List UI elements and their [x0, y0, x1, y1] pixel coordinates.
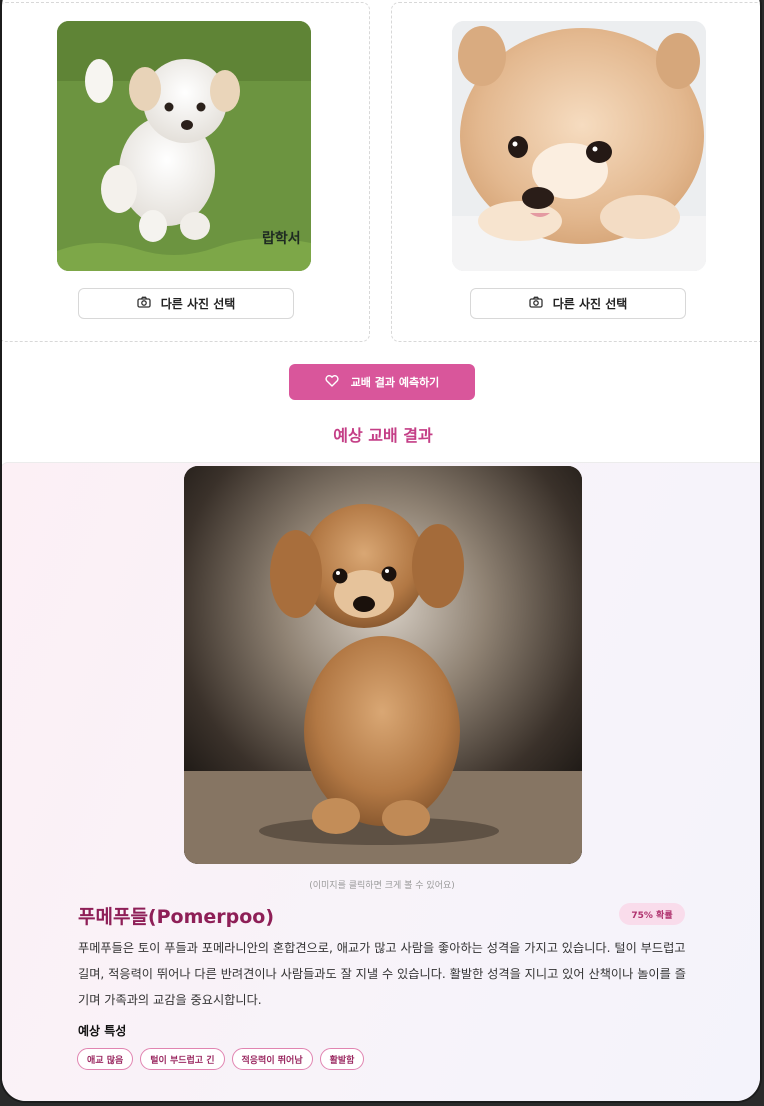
- app-window: 랍학서 다른 사진 선택 다른 사진 선택 교배 결과 예측하기 예상 교배 결…: [0, 0, 762, 1103]
- parent-photo-right[interactable]: [452, 21, 706, 271]
- traits-list: 애교 많음 털이 부드럽고 긴 적응력이 뛰어남 활발함: [77, 1048, 365, 1070]
- choose-other-photo-button-left[interactable]: 다른 사진 선택: [78, 288, 294, 319]
- breed-name: 푸메푸들(Pomerpoo): [78, 906, 275, 928]
- choose-other-photo-label: 다른 사진 선택: [552, 297, 628, 311]
- parent-card-left: 랍학서 다른 사진 선택: [2, 2, 370, 342]
- heart-icon: [325, 374, 339, 390]
- trait-tag: 털이 부드럽고 긴: [140, 1048, 225, 1070]
- trait-tag: 활발함: [319, 1048, 365, 1070]
- photo-watermark: 랍학서: [262, 231, 301, 247]
- probability-badge: 75% 확률: [619, 903, 685, 925]
- breed-description: 푸메푸들은 토이 푸들과 포메라니안의 혼합견으로, 애교가 많고 사람을 좋아…: [78, 941, 686, 1007]
- pomeranian-illustration: [452, 21, 706, 271]
- choose-other-photo-button-right[interactable]: 다른 사진 선택: [470, 288, 686, 319]
- camera-icon: [529, 296, 543, 311]
- result-section-title: 예상 교배 결과: [333, 426, 433, 445]
- content-wrapper: 랍학서 다른 사진 선택 다른 사진 선택 교배 결과 예측하기 예상 교배 결…: [2, 2, 760, 1101]
- trait-tag: 적응력이 뛰어남: [231, 1048, 313, 1070]
- white-puppy-illustration: 랍학서: [57, 21, 311, 271]
- predict-breeding-button[interactable]: 교배 결과 예측하기: [289, 364, 475, 400]
- parent-photo-left[interactable]: 랍학서: [57, 21, 311, 271]
- result-card: (이미지를 클릭하면 크게 볼 수 있어요) 푸메푸들(Pomerpoo) 75…: [2, 462, 760, 1101]
- camera-icon: [137, 296, 151, 311]
- traits-title: 예상 특성: [78, 1024, 127, 1038]
- enlarge-hint: (이미지를 클릭하면 크게 볼 수 있어요): [309, 881, 455, 891]
- parent-card-right: 다른 사진 선택: [391, 2, 760, 342]
- predict-button-label: 교배 결과 예측하기: [350, 376, 440, 389]
- pomerpoo-illustration: [184, 466, 582, 864]
- choose-other-photo-label: 다른 사진 선택: [160, 297, 236, 311]
- trait-tag: 애교 많음: [77, 1048, 134, 1070]
- result-photo[interactable]: [184, 466, 582, 864]
